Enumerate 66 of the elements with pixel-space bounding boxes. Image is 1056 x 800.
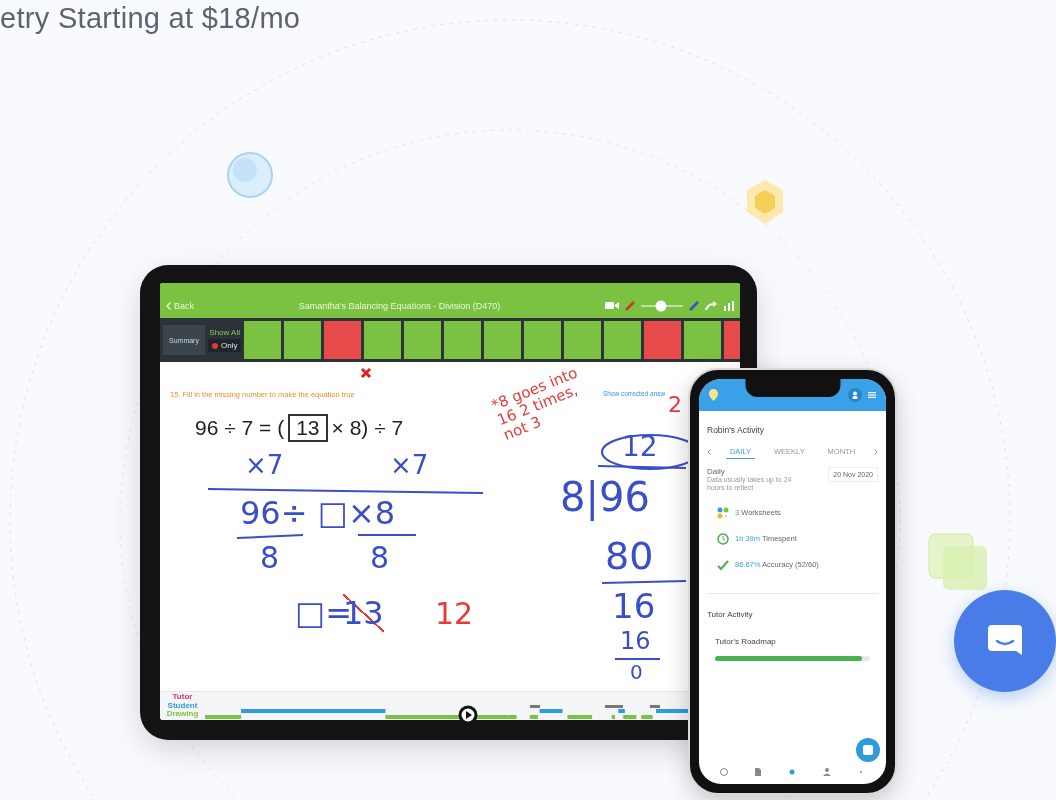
question-tile[interactable]: [284, 321, 322, 359]
handwritten-text: 16: [612, 586, 656, 626]
menu-icon[interactable]: [868, 392, 876, 398]
question-tile[interactable]: [564, 321, 602, 359]
handwritten-text: 16: [620, 627, 651, 655]
roadmap-label: Tutor's Roadmap: [714, 636, 777, 646]
chevron-right-icon: [873, 449, 878, 455]
only-toggle[interactable]: Only: [207, 339, 242, 352]
question-tile[interactable]: [524, 321, 562, 359]
handwritten-text: ×7: [390, 450, 429, 480]
question-tile[interactable]: [604, 321, 642, 359]
chevron-left-icon: [707, 449, 711, 455]
handwritten-text: *8 goes into 16 2 times, not 3: [489, 363, 582, 444]
handwritten-text: 0: [630, 660, 643, 684]
handwritten-text: 2: [668, 392, 682, 417]
question-tile[interactable]: [324, 321, 362, 359]
handwritten-line: [358, 534, 416, 536]
answer-box: 13: [288, 414, 328, 442]
section-title: Tutor Activity: [707, 609, 754, 619]
question-tile[interactable]: [484, 321, 522, 359]
worksheets-icon: [717, 506, 729, 519]
pen-icon: [625, 300, 635, 311]
show-all-button[interactable]: Show All: [209, 328, 240, 337]
handwritten-text: ×7: [245, 450, 284, 480]
slider-icon: [641, 299, 683, 312]
handwritten-text: 8: [260, 540, 280, 575]
activity-title: Robin's Activity: [707, 425, 765, 435]
question-tile[interactable]: [364, 321, 402, 359]
legend-label: Tutor: [172, 693, 193, 702]
home-icon[interactable]: [719, 767, 730, 777]
pin-icon: [709, 389, 718, 401]
equation-text: 96 ÷ 7 = (: [195, 416, 285, 440]
equation-text: × 8) ÷ 7: [331, 416, 404, 440]
handwritten-line: [615, 658, 660, 660]
question-tile[interactable]: [404, 321, 442, 359]
handwritten-text: 8: [370, 540, 390, 575]
pen-icon: [689, 300, 699, 311]
handwritten-text: 96÷ □×8: [240, 494, 396, 532]
assignment-title: Samantha's Balancing Equations - Division (D470): [297, 300, 502, 311]
checkmark-icon: [717, 558, 729, 571]
bubble-icon: [225, 150, 275, 200]
chat-button[interactable]: [954, 590, 1056, 692]
handwritten-text: 8|96: [560, 474, 650, 520]
handwritten-line: [237, 534, 303, 539]
handwritten-text: 12: [435, 596, 474, 631]
chevron-left-icon: [166, 301, 171, 310]
page-heading: etry Starting at $18/mo: [0, 1, 302, 35]
clock-icon: [717, 532, 729, 545]
video-icon: [605, 301, 619, 310]
legend-label: Student: [167, 701, 198, 711]
document-icon[interactable]: [753, 767, 764, 777]
question-tile[interactable]: [444, 321, 482, 359]
question-tile[interactable]: [644, 321, 682, 359]
question-tile[interactable]: [244, 321, 282, 359]
legend-label: Drawing: [166, 710, 199, 719]
period-label: Daily: [707, 467, 726, 476]
handwritten-text: 80: [605, 534, 654, 578]
person-icon[interactable]: [821, 767, 832, 777]
cross-icon: [360, 367, 372, 379]
back-button[interactable]: Back: [166, 300, 194, 311]
profile-icon[interactable]: [848, 388, 862, 402]
chart-icon: [723, 300, 734, 311]
share-icon: [705, 300, 717, 311]
question-tile[interactable]: [684, 321, 722, 359]
play-icon[interactable]: [458, 705, 478, 725]
chat-icon[interactable]: [856, 738, 880, 762]
